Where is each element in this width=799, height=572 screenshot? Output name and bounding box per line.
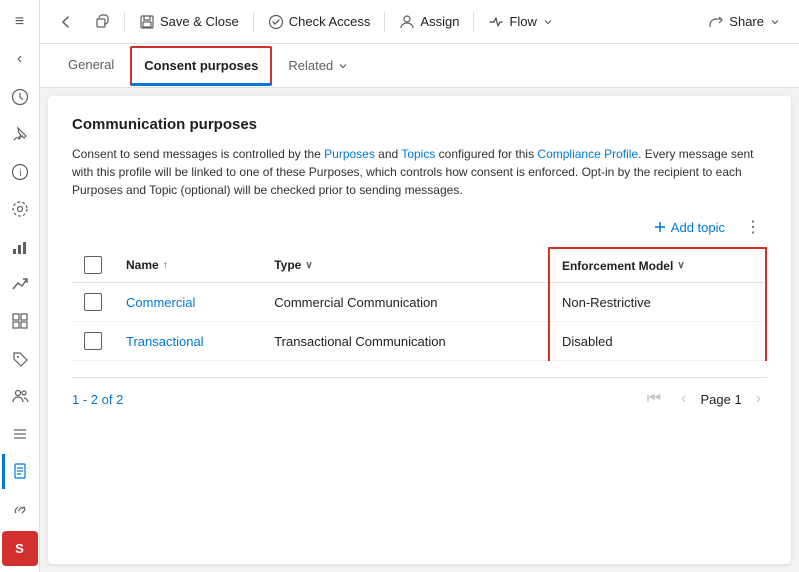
sidebar-icon-list[interactable] — [2, 416, 38, 451]
page-next-button[interactable]: › — [750, 386, 767, 412]
restore-button[interactable] — [84, 8, 120, 36]
restore-icon — [94, 14, 110, 30]
type-sort-icon: ∨ — [305, 260, 312, 271]
back-icon — [58, 14, 74, 30]
toolbar: Save & Close Check Access Assign Flow Sh… — [40, 0, 799, 44]
save-close-label: Save & Close — [160, 14, 239, 29]
sidebar-icon-info[interactable]: i — [2, 154, 38, 189]
sidebar-icon-recent[interactable] — [2, 79, 38, 114]
sidebar: ≡ ‹ i S — [0, 0, 40, 572]
sidebar-icon-back[interactable]: ‹ — [2, 41, 38, 76]
col-header-checkbox — [72, 248, 114, 283]
row2-name-link[interactable]: Transactional — [126, 334, 204, 349]
row2-checkbox-cell — [72, 322, 114, 361]
assign-label: Assign — [420, 14, 459, 29]
tab-consent-purposes[interactable]: Consent purposes — [130, 46, 272, 86]
save-icon — [139, 14, 155, 30]
related-chevron-icon — [337, 60, 349, 72]
topics-link[interactable]: Topics — [401, 147, 435, 161]
table-select-all-checkbox[interactable] — [84, 256, 102, 274]
check-access-icon — [268, 14, 284, 30]
share-button[interactable]: Share — [698, 8, 791, 36]
toolbar-separator-2 — [253, 12, 254, 32]
page-nav: ⏮ ‹ Page 1 › — [641, 386, 767, 412]
add-icon — [653, 220, 667, 234]
flow-button[interactable]: Flow — [478, 8, 563, 36]
info-text: Consent to send messages is controlled b… — [72, 145, 767, 199]
assign-button[interactable]: Assign — [389, 8, 469, 36]
col-header-type[interactable]: Type ∨ — [262, 248, 549, 283]
col-header-name[interactable]: Name ↑ — [114, 248, 262, 283]
page-prev-button[interactable]: ‹ — [675, 386, 692, 412]
col-header-enforcement[interactable]: Enforcement Model ∨ — [549, 248, 766, 283]
back-button[interactable] — [48, 8, 84, 36]
share-label: Share — [729, 14, 764, 29]
enforcement-sort-icon: ∨ — [677, 260, 684, 271]
tab-general[interactable]: General — [56, 47, 126, 84]
sidebar-icon-trend[interactable] — [2, 266, 38, 301]
content-area: Communication purposes Consent to send m… — [48, 96, 791, 564]
page-first-button[interactable]: ⏮ — [641, 386, 667, 412]
svg-text:i: i — [19, 168, 21, 179]
sidebar-icon-pin[interactable] — [2, 116, 38, 151]
sidebar-icon-doc[interactable] — [2, 454, 38, 489]
check-access-button[interactable]: Check Access — [258, 8, 381, 36]
sidebar-icon-people[interactable] — [2, 379, 38, 414]
sidebar-icon-user[interactable]: S — [2, 531, 38, 566]
sidebar-icon-tag[interactable] — [2, 341, 38, 376]
share-chevron-icon — [769, 16, 781, 28]
purposes-link[interactable]: Purposes — [324, 147, 375, 161]
table-row: Commercial Commercial Communication Non-… — [72, 283, 766, 322]
add-topic-row: Add topic ⋮ — [72, 215, 767, 239]
row2-name-cell: Transactional — [114, 322, 262, 361]
sidebar-icon-settings[interactable] — [2, 191, 38, 226]
sidebar-icon-grid[interactable] — [2, 304, 38, 339]
main-area: Save & Close Check Access Assign Flow Sh… — [40, 0, 799, 572]
row1-name-link[interactable]: Commercial — [126, 295, 195, 310]
row2-type-cell: Transactional Communication — [262, 322, 549, 361]
nav-tabs: General Consent purposes Related — [40, 44, 799, 88]
share-icon — [708, 14, 724, 30]
name-sort-icon: ↑ — [163, 260, 168, 271]
row2-enforcement-cell: Disabled — [549, 322, 766, 361]
row1-enforcement-cell: Non-Restrictive — [549, 283, 766, 322]
toolbar-separator-1 — [124, 12, 125, 32]
tab-related[interactable]: Related — [276, 48, 361, 83]
sidebar-icon-menu[interactable]: ≡ — [2, 4, 38, 39]
row1-type-cell: Commercial Communication — [262, 283, 549, 322]
table-row: Transactional Transactional Communicatio… — [72, 322, 766, 361]
row1-checkbox-cell — [72, 283, 114, 322]
compliance-link[interactable]: Compliance Profile — [537, 147, 638, 161]
data-table: Name ↑ Type ∨ Enforcement Model ∨ — [72, 247, 767, 361]
section-title: Communication purposes — [72, 116, 767, 133]
sidebar-icon-link[interactable] — [2, 491, 38, 526]
flow-label: Flow — [509, 14, 536, 29]
more-options-button[interactable]: ⋮ — [739, 215, 767, 239]
sidebar-icon-chart[interactable] — [2, 229, 38, 264]
pagination: 1 - 2 of 2 ⏮ ‹ Page 1 › — [72, 377, 767, 412]
add-topic-button[interactable]: Add topic — [647, 216, 731, 239]
toolbar-separator-3 — [384, 12, 385, 32]
table-header-row: Name ↑ Type ∨ Enforcement Model ∨ — [72, 248, 766, 283]
row2-checkbox[interactable] — [84, 332, 102, 350]
add-topic-label: Add topic — [671, 220, 725, 235]
save-close-button[interactable]: Save & Close — [129, 8, 249, 36]
flow-icon — [488, 14, 504, 30]
flow-chevron-icon — [542, 16, 554, 28]
assign-icon — [399, 14, 415, 30]
page-label: Page 1 — [700, 392, 741, 407]
row1-checkbox[interactable] — [84, 293, 102, 311]
row1-name-cell: Commercial — [114, 283, 262, 322]
toolbar-separator-4 — [473, 12, 474, 32]
page-count: 1 - 2 of 2 — [72, 392, 123, 407]
check-access-label: Check Access — [289, 14, 371, 29]
